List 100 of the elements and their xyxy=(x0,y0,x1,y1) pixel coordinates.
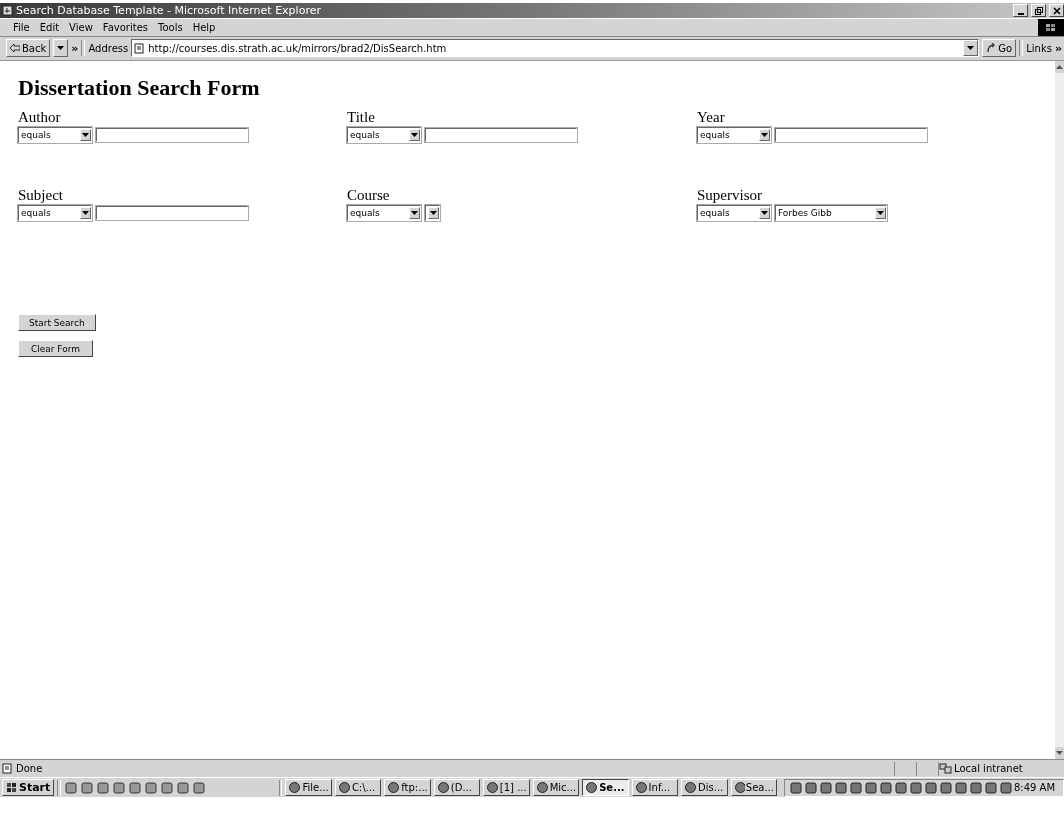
app-icon xyxy=(486,781,499,794)
app-icon xyxy=(436,781,450,794)
dropdown-arrow-icon xyxy=(82,211,89,215)
scroll-down-icon xyxy=(1056,751,1063,755)
text-input[interactable] xyxy=(775,128,927,142)
operator-dropdown[interactable]: equals xyxy=(347,205,421,221)
zone-text: Local intranet xyxy=(954,763,1023,774)
app-icon xyxy=(733,781,745,794)
page-heading: Dissertation Search Form xyxy=(18,75,261,101)
operator-dropdown[interactable]: equals xyxy=(18,127,92,143)
form-button[interactable]: Start Search xyxy=(18,314,96,331)
tray-icon[interactable] xyxy=(878,780,893,795)
tray-icon[interactable] xyxy=(923,780,938,795)
scroll-up-icon xyxy=(1056,65,1063,69)
menu-item[interactable]: Edit xyxy=(34,22,65,33)
dropdown-arrow-icon xyxy=(761,133,768,137)
operator-dropdown[interactable]: equals xyxy=(697,127,771,143)
menu-item[interactable]: View xyxy=(64,22,98,33)
form-button[interactable]: Clear Form xyxy=(18,340,93,357)
restore-icon xyxy=(1034,6,1043,15)
intranet-icon xyxy=(939,763,952,774)
dropdown-arrow-icon xyxy=(411,211,418,215)
back-dropdown-button[interactable] xyxy=(53,39,69,57)
clock: 8:49 AM xyxy=(1013,782,1057,793)
page-icon xyxy=(134,42,146,54)
quick-launch-icon[interactable] xyxy=(64,780,79,795)
dropdown-arrow-icon xyxy=(57,46,65,50)
tray-icon[interactable] xyxy=(863,780,878,795)
tray-icon[interactable] xyxy=(938,780,953,795)
tray-icon[interactable] xyxy=(788,780,803,795)
text-input[interactable] xyxy=(425,128,577,142)
tray-icon[interactable] xyxy=(848,780,863,795)
address-field[interactable]: http://courses.dis.strath.ac.uk/mirrors/brad2/DisSearch.htm xyxy=(131,39,980,57)
operator-dropdown[interactable]: equals xyxy=(18,205,92,221)
menu-item[interactable]: Favorites xyxy=(97,22,153,33)
field-label: Author xyxy=(18,109,62,126)
value-dropdown[interactable] xyxy=(425,205,440,221)
tray-icon[interactable] xyxy=(908,780,923,795)
taskbar-button[interactable]: Sea... xyxy=(730,779,777,796)
page-icon xyxy=(2,763,13,774)
tray-icon[interactable] xyxy=(818,780,833,795)
quick-launch-icon[interactable] xyxy=(112,780,127,795)
quick-launch-icon[interactable] xyxy=(160,780,175,795)
windows-logo xyxy=(1038,19,1064,36)
dropdown-arrow-icon xyxy=(761,211,768,215)
quick-launch-icon[interactable] xyxy=(128,780,143,795)
taskbar-button[interactable]: ftp:... xyxy=(384,779,431,796)
tray-icon[interactable] xyxy=(983,780,998,795)
toolbar-chevron[interactable]: » xyxy=(71,41,79,55)
taskbar-button[interactable]: (D... xyxy=(433,779,481,796)
tray-icon[interactable] xyxy=(803,780,818,795)
tray-icon[interactable] xyxy=(998,780,1013,795)
operator-dropdown[interactable]: equals xyxy=(347,127,421,143)
app-icon xyxy=(337,781,351,794)
links-chevron[interactable]: » xyxy=(1054,41,1062,55)
restore-button[interactable] xyxy=(1031,4,1046,17)
field-label: Subject xyxy=(18,187,64,204)
minimize-icon xyxy=(1017,12,1024,15)
app-icon xyxy=(387,781,401,794)
field-label: Year xyxy=(697,109,726,126)
quick-launch-icon[interactable] xyxy=(96,780,111,795)
taskbar-button[interactable]: Mic... xyxy=(532,779,580,796)
taskbar-button[interactable]: Inf... xyxy=(631,779,679,796)
quick-launch-icon[interactable] xyxy=(176,780,191,795)
menu-item[interactable]: Tools xyxy=(153,22,188,33)
tray-icon[interactable] xyxy=(968,780,983,795)
tray-icon[interactable] xyxy=(833,780,848,795)
back-button[interactable]: Back xyxy=(6,39,51,57)
tray-icon[interactable] xyxy=(953,780,968,795)
field-label: Course xyxy=(347,187,391,204)
tray-icon[interactable] xyxy=(893,780,908,795)
text-input[interactable] xyxy=(96,128,248,142)
menu-item[interactable]: Help xyxy=(187,22,221,33)
app-icon xyxy=(585,781,599,794)
value-dropdown[interactable]: Forbes Gibb xyxy=(775,205,887,221)
links-button[interactable]: Links xyxy=(1026,42,1052,54)
taskbar-button[interactable]: File... xyxy=(285,779,332,796)
window-title: Search Database Template - Microsoft Internet Explorer xyxy=(16,4,321,17)
go-button[interactable]: Go xyxy=(982,39,1017,57)
quick-launch-icon[interactable] xyxy=(80,780,95,795)
close-button[interactable] xyxy=(1049,4,1064,17)
menu-item[interactable]: File xyxy=(8,22,35,33)
quick-launch-icon[interactable] xyxy=(144,780,159,795)
scrollbar[interactable] xyxy=(1055,61,1064,759)
minimize-button[interactable] xyxy=(1013,4,1028,17)
taskbar-button[interactable]: C:\... xyxy=(334,779,382,796)
field-label: Supervisor xyxy=(697,187,763,204)
close-icon xyxy=(1052,6,1061,15)
taskbar-button[interactable]: Dis... xyxy=(681,779,728,796)
text-input[interactable] xyxy=(96,206,248,220)
app-icon xyxy=(535,781,549,794)
curved-arrow-icon xyxy=(986,43,997,53)
operator-dropdown[interactable]: equals xyxy=(697,205,771,221)
taskbar-button[interactable]: [1] ... xyxy=(483,779,530,796)
dropdown-arrow-icon xyxy=(82,133,89,137)
browser-icon xyxy=(2,5,13,16)
dropdown-arrow-icon xyxy=(411,133,418,137)
start-button[interactable]: Start xyxy=(2,779,55,796)
quick-launch-icon[interactable] xyxy=(192,780,207,795)
taskbar-button[interactable]: Se... xyxy=(582,779,629,796)
